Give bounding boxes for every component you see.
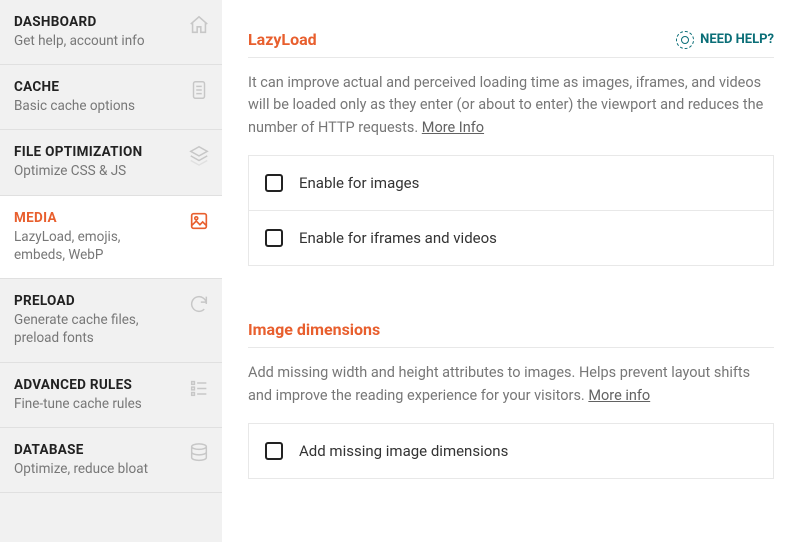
sidebar-item-sub: Generate cache files, preload fonts — [14, 311, 169, 347]
sidebar-item-title: ADVANCED RULES — [14, 377, 208, 393]
help-label: NEED HELP? — [700, 32, 774, 47]
option-label: Enable for iframes and videos — [299, 229, 497, 247]
sidebar-item-preload[interactable]: PRELOAD Generate cache files, preload fo… — [0, 279, 222, 362]
more-info-link[interactable]: More info — [588, 387, 650, 404]
sidebar-item-title: DATABASE — [14, 442, 208, 458]
sidebar-item-sub: Optimize, reduce bloat — [14, 460, 169, 478]
section-image-dimensions: Image dimensions Add missing width and h… — [248, 302, 774, 479]
option-label: Add missing image dimensions — [299, 442, 508, 460]
sidebar-item-cache[interactable]: CACHE Basic cache options — [0, 65, 222, 130]
desc-text: Add missing width and height attributes … — [248, 364, 750, 403]
section-title: Image dimensions — [248, 320, 380, 339]
option-group: Enable for images Enable for iframes and… — [248, 155, 774, 266]
sidebar-item-file-optimization[interactable]: FILE OPTIMIZATION Optimize CSS & JS — [0, 130, 222, 195]
sidebar-item-sub: Basic cache options — [14, 97, 169, 115]
sidebar-item-title: FILE OPTIMIZATION — [14, 144, 208, 160]
sidebar: DASHBOARD Get help, account info CACHE B… — [0, 0, 222, 542]
section-desc: It can improve actual and perceived load… — [248, 58, 774, 155]
option-enable-iframes-videos[interactable]: Enable for iframes and videos — [248, 210, 774, 266]
main-content: LazyLoad NEED HELP? It can improve actua… — [222, 0, 800, 542]
option-add-missing-dimensions[interactable]: Add missing image dimensions — [248, 423, 774, 479]
layers-icon — [188, 144, 210, 166]
section-header: Image dimensions — [248, 302, 774, 348]
sidebar-item-title: DASHBOARD — [14, 14, 208, 30]
sidebar-item-title: MEDIA — [14, 210, 208, 226]
image-icon — [188, 210, 210, 232]
desc-text: It can improve actual and perceived load… — [248, 74, 763, 136]
option-label: Enable for images — [299, 174, 419, 192]
sidebar-item-sub: Optimize CSS & JS — [14, 162, 169, 180]
sidebar-item-advanced-rules[interactable]: ADVANCED RULES Fine-tune cache rules — [0, 363, 222, 428]
need-help-link[interactable]: NEED HELP? — [676, 31, 774, 49]
section-desc: Add missing width and height attributes … — [248, 348, 774, 423]
section-lazyload: LazyLoad NEED HELP? It can improve actua… — [248, 12, 774, 266]
refresh-icon — [188, 293, 210, 315]
checkbox[interactable] — [265, 442, 283, 460]
sidebar-item-title: CACHE — [14, 79, 208, 95]
database-icon — [188, 442, 210, 464]
section-title: LazyLoad — [248, 30, 317, 49]
sidebar-item-title: PRELOAD — [14, 293, 208, 309]
section-header: LazyLoad NEED HELP? — [248, 12, 774, 58]
sidebar-item-media[interactable]: MEDIA LazyLoad, emojis, embeds, WebP — [0, 196, 222, 279]
checkbox[interactable] — [265, 174, 283, 192]
option-group: Add missing image dimensions — [248, 423, 774, 479]
document-icon — [188, 79, 210, 101]
checkbox[interactable] — [265, 229, 283, 247]
more-info-link[interactable]: More Info — [422, 119, 484, 136]
home-icon — [188, 14, 210, 36]
sidebar-item-database[interactable]: DATABASE Optimize, reduce bloat — [0, 428, 222, 493]
option-enable-images[interactable]: Enable for images — [248, 155, 774, 210]
sidebar-item-sub: LazyLoad, emojis, embeds, WebP — [14, 228, 169, 264]
list-icon — [188, 377, 210, 399]
sidebar-item-dashboard[interactable]: DASHBOARD Get help, account info — [0, 0, 222, 65]
sidebar-item-sub: Get help, account info — [14, 32, 169, 50]
help-icon — [676, 31, 694, 49]
sidebar-item-sub: Fine-tune cache rules — [14, 395, 169, 413]
